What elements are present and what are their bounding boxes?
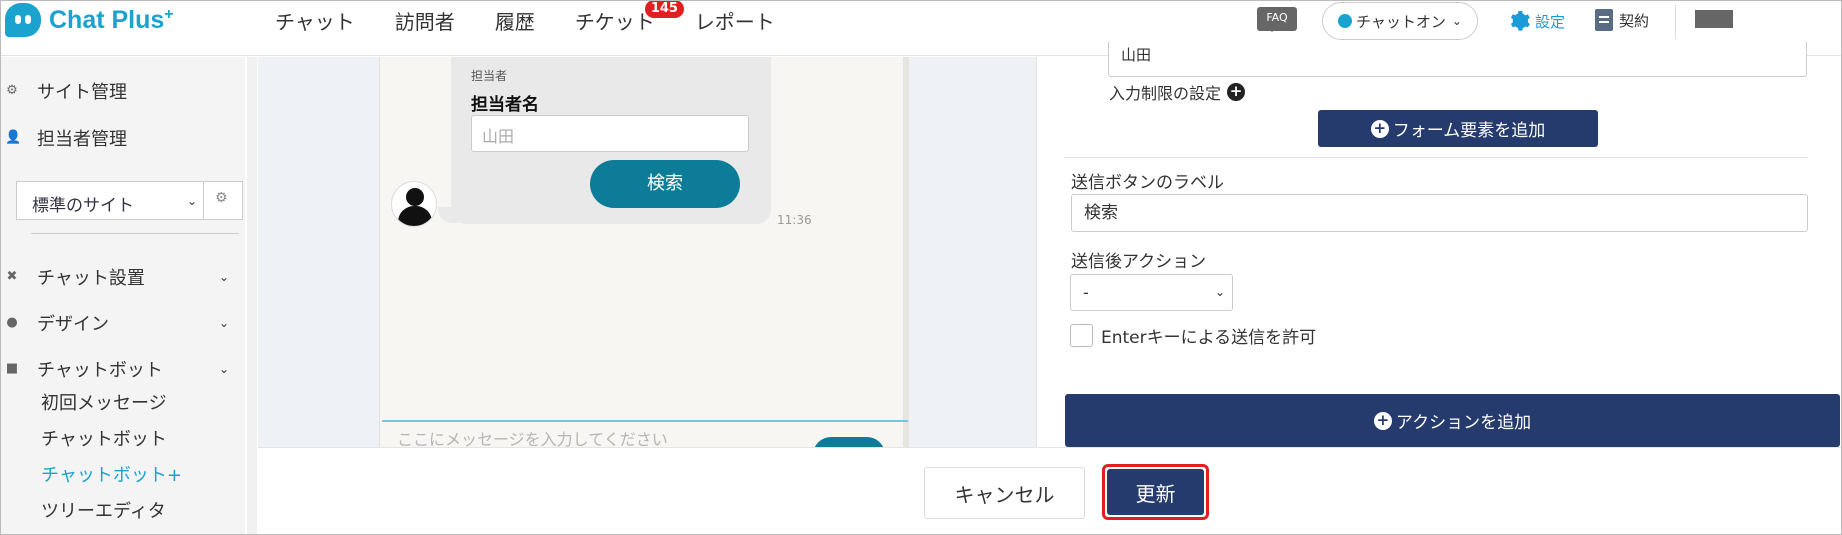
app-frame: Chat Plus+ チャット 訪問者 履歴 チケット 145 レポート FAQ… (0, 0, 1842, 535)
sidebar-item-design[interactable]: ● デザイン ⌄ (1, 310, 229, 336)
enter-key-send-option[interactable]: Enterキーによる送信を許可 (1070, 323, 1316, 348)
field-value: 山田 (1121, 46, 1152, 64)
document-icon (1595, 9, 1613, 31)
nav-tickets[interactable]: チケット 145 (574, 1, 684, 35)
cancel-button[interactable]: キャンセル (924, 467, 1085, 519)
status-label: チャットオン (1356, 12, 1446, 31)
select-divider (203, 182, 204, 219)
nav-visitors[interactable]: 訪問者 (395, 6, 455, 35)
site-select[interactable]: 標準のサイト ⌄ ⚙ (16, 181, 243, 220)
faq-icon[interactable]: FAQ (1257, 7, 1297, 32)
person-icon (406, 188, 424, 206)
sidebar-item-label: 担当者管理 (37, 129, 127, 150)
chevron-down-icon: ⌄ (1451, 14, 1462, 28)
site-settings-gear-icon[interactable]: ⚙ (215, 190, 228, 206)
nav-history[interactable]: 履歴 (495, 6, 535, 35)
sidebar-divider (31, 233, 239, 234)
ticket-count-badge: 145 (644, 1, 684, 18)
sidebar-subitem-first-message[interactable]: 初回メッセージ (41, 389, 167, 415)
chatplus-logo[interactable]: Chat Plus+ (5, 3, 174, 37)
add-form-element-label: フォーム要素を追加 (1392, 121, 1546, 141)
sidebar-item-site-admin[interactable]: ⚙ サイト管理 (1, 78, 127, 104)
sidebar-item-label: チャット設置 (37, 268, 145, 289)
settings-label: 設定 (1535, 12, 1566, 31)
plus-circle-icon[interactable]: + (1227, 83, 1246, 101)
sidebar-scrollbar[interactable] (247, 57, 257, 534)
agent-name-label: 担当者名 (471, 95, 539, 115)
section-divider (1064, 157, 1808, 158)
send-button-label-title: 送信ボタンのラベル (1071, 173, 1224, 193)
after-send-action-title: 送信後アクション (1071, 252, 1207, 272)
update-button-highlight[interactable]: 更新 (1102, 464, 1209, 520)
preview-search-button[interactable]: 検索 (590, 160, 740, 208)
contract-link[interactable]: 契約 (1595, 9, 1649, 31)
form-field-value-input[interactable]: 山田 (1108, 41, 1807, 77)
palette-icon: ● (6, 315, 18, 330)
main-nav: チャット 訪問者 履歴 チケット 145 レポート (275, 1, 815, 39)
chat-bubble-logo-icon (5, 3, 41, 37)
user-gear-icon: 👤 (5, 130, 22, 145)
sidebar-subitem-tree-editor[interactable]: ツリーエディタ (41, 497, 166, 523)
chevron-down-icon: ⌄ (187, 194, 198, 208)
add-form-element-button[interactable]: + フォーム要素を追加 (1318, 110, 1598, 147)
gear-icon (1510, 11, 1530, 31)
sidebar-item-chat-setup[interactable]: ✖ チャット設置 ⌄ (1, 264, 230, 290)
sidebar-item-label: チャットボット (37, 360, 163, 381)
enter-key-checkbox[interactable] (1070, 324, 1093, 347)
header-divider (1675, 5, 1676, 39)
chevron-down-icon: ⌄ (219, 316, 230, 330)
avatar (391, 181, 437, 227)
tools-icon: ✖ (6, 269, 18, 284)
select-value: - (1083, 283, 1089, 302)
plus-circle-icon: + (1370, 119, 1389, 138)
enter-key-label: Enterキーによる送信を許可 (1101, 328, 1317, 348)
input-restriction-label: 入力制限の設定 (1109, 84, 1222, 103)
nav-tickets-label: チケット (574, 9, 655, 34)
contract-label: 契約 (1619, 11, 1650, 30)
message-input-border (382, 420, 908, 422)
comments-icon: ■ (5, 361, 19, 376)
sidebar-item-label: デザイン (37, 314, 109, 335)
update-button[interactable]: 更新 (1107, 469, 1204, 515)
settings-link[interactable]: 設定 (1507, 9, 1565, 33)
sidebar-item-label: サイト管理 (37, 82, 127, 103)
sidebar-item-chatbot[interactable]: ■ チャットボット ⌄ (1, 356, 229, 382)
chat-status-toggle[interactable]: チャットオン ⌄ (1322, 2, 1478, 40)
nav-reports[interactable]: レポート (695, 6, 775, 35)
person-body (398, 206, 432, 226)
site-select-value: 標準のサイト (32, 196, 134, 216)
agent-name-input[interactable]: 山田 (471, 115, 749, 152)
add-action-label: アクションを追加 (1395, 413, 1532, 433)
logo-text: Chat Plus+ (49, 5, 174, 34)
input-restriction-setting[interactable]: 入力制限の設定 + (1109, 80, 1246, 104)
nav-chat[interactable]: チャット (275, 6, 355, 35)
add-action-button[interactable]: + アクションを追加 (1065, 394, 1840, 447)
plus-circle-icon: + (1373, 411, 1392, 430)
sidebar-item-staff-admin[interactable]: 👤 担当者管理 (1, 125, 127, 151)
gears-icon: ⚙ (6, 83, 18, 98)
chevron-down-icon: ⌄ (219, 362, 230, 376)
send-button-label-input[interactable]: 検索 (1071, 194, 1808, 232)
user-menu[interactable] (1695, 10, 1733, 28)
chevron-down-icon: ⌄ (1215, 285, 1226, 299)
agent-tag: 担当者 (471, 69, 508, 83)
after-send-action-select[interactable]: - ⌄ (1070, 274, 1233, 311)
status-dot-icon (1338, 14, 1353, 28)
chevron-down-icon: ⌄ (219, 270, 230, 284)
sidebar-subitem-chatbot[interactable]: チャットボット (41, 425, 167, 451)
message-timestamp: 11:36 (777, 213, 812, 227)
sidebar-subitem-chatbot-plus[interactable]: チャットボット+ (41, 461, 182, 487)
